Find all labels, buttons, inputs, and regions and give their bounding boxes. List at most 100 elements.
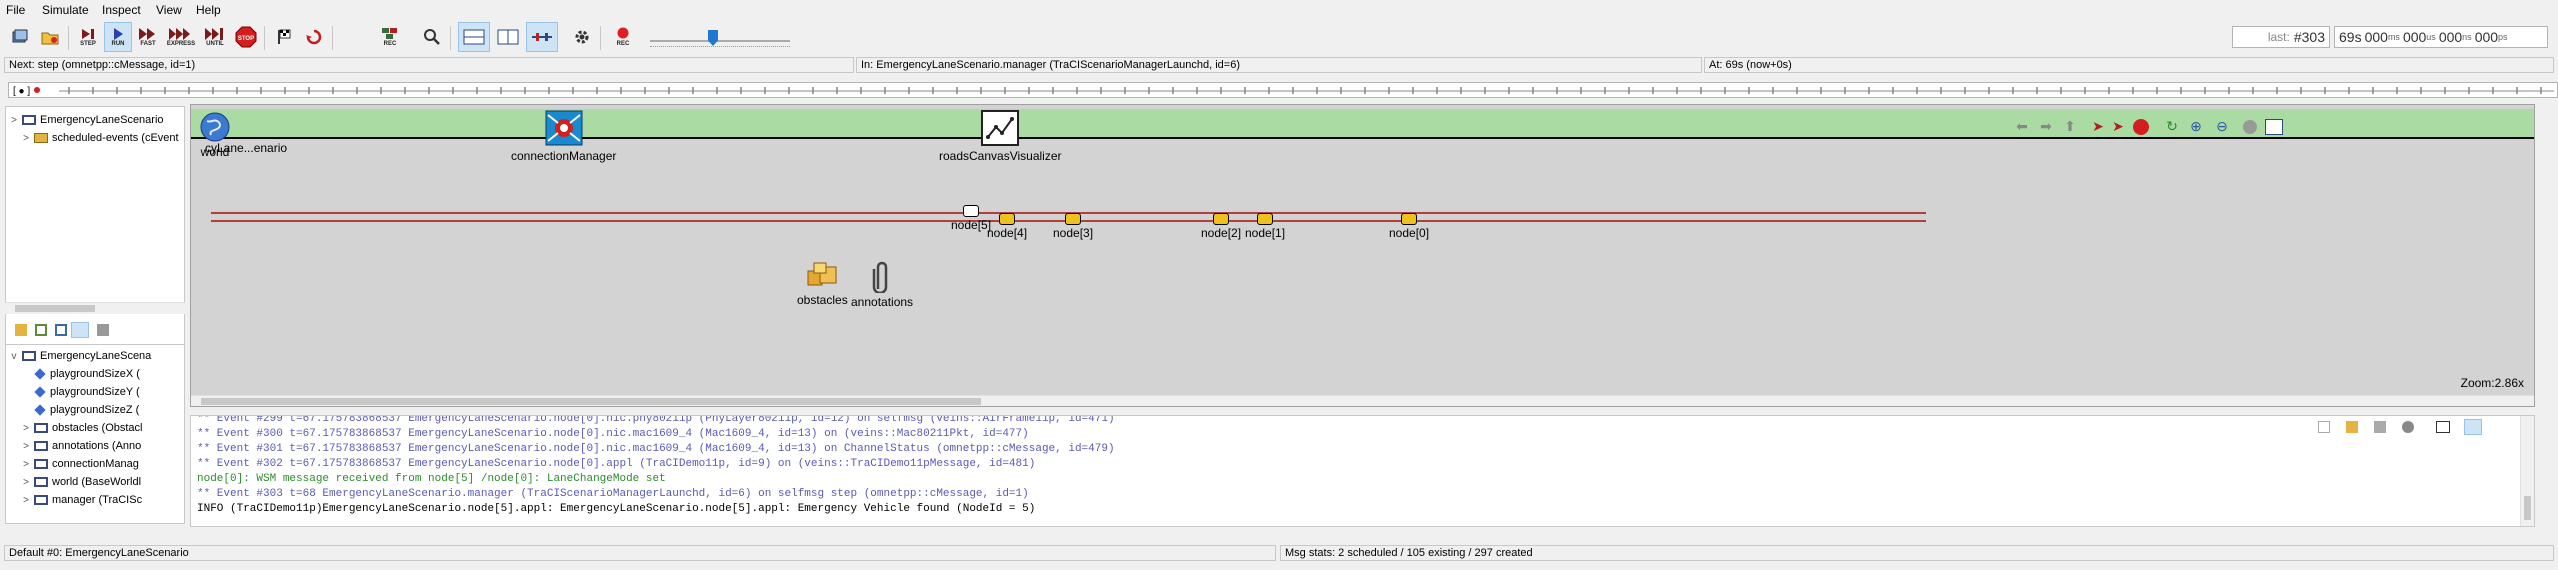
refresh-layout-icon[interactable]: ↻	[2161, 117, 2183, 135]
speed-slider[interactable]	[650, 30, 790, 47]
menu-simulate[interactable]: Simulate	[42, 3, 89, 17]
module-annotations[interactable]: annotations	[851, 259, 913, 309]
run-button[interactable]: RUN	[104, 22, 132, 52]
canvas-settings-icon[interactable]	[2243, 120, 2257, 134]
layout-2-button[interactable]	[492, 22, 524, 52]
scenario-label: cyLane...enario	[205, 141, 288, 155]
tree-item-label: connectionManag	[52, 458, 139, 470]
tree-item[interactable]: > annotations (Anno	[20, 437, 141, 455]
zoom-in-icon[interactable]: ⊕	[2185, 117, 2207, 135]
log-settings-icon[interactable]	[2374, 421, 2386, 433]
vehicle-node-5[interactable]: node[5]	[951, 205, 991, 232]
log-options-icon[interactable]	[2402, 421, 2414, 433]
vehicle-node-0[interactable]: node[0]	[1389, 213, 1429, 240]
vehicle-node-4[interactable]: node[4]	[987, 213, 1027, 240]
menu-bar: File Simulate Inspect View Help	[0, 0, 2558, 20]
fast-button[interactable]: FAST	[134, 22, 162, 52]
tree-item[interactable]: playgroundSizeZ (	[20, 401, 139, 419]
menu-help[interactable]: Help	[196, 3, 221, 17]
tree-item[interactable]: > obstacles (Obstacl	[20, 419, 142, 437]
record-button[interactable]: REC	[376, 22, 404, 52]
inspector-grouped-icon[interactable]	[35, 324, 47, 336]
log-toolbar	[2318, 418, 2518, 436]
new-run-button[interactable]	[6, 22, 34, 52]
tree-item[interactable]: > connectionManag	[20, 455, 139, 473]
canvas-menu-icon[interactable]	[2265, 119, 2283, 135]
tree-item-label: playgroundSizeY (	[50, 386, 140, 398]
menu-inspect[interactable]: Inspect	[102, 3, 141, 17]
module-roads-canvas-visualizer[interactable]: roadsCanvasVisualizer	[939, 109, 1062, 163]
rec-video-button[interactable]: REC	[608, 22, 638, 52]
car-icon	[1257, 213, 1274, 225]
layout-3-button[interactable]	[526, 22, 558, 52]
tree-expander[interactable]: >	[20, 441, 32, 452]
inspector-flat-icon[interactable]	[55, 324, 67, 336]
zoom-out-icon[interactable]: ⊖	[2211, 117, 2233, 135]
tree-expander[interactable]: >	[20, 459, 32, 470]
tree-item[interactable]: > world (BaseWorldl	[20, 473, 141, 491]
menu-file[interactable]: File	[6, 3, 25, 17]
tree-item[interactable]: > scheduled-events (cEvent	[20, 129, 179, 147]
tree-item-label: world (BaseWorldl	[52, 476, 142, 488]
log-messages-icon[interactable]	[2464, 419, 2482, 435]
tree-item[interactable]: playgroundSizeX (	[20, 365, 140, 383]
load-button[interactable]	[36, 22, 64, 52]
inspector-children-icon[interactable]	[15, 324, 27, 336]
module-icon	[34, 477, 48, 487]
vehicle-node-2[interactable]: node[2]	[1201, 213, 1241, 240]
canvas-stop-icon[interactable]	[2133, 119, 2149, 135]
tree-expander[interactable]: v	[8, 351, 20, 362]
express-button[interactable]: EXPRESS	[164, 22, 198, 52]
module-connection-manager[interactable]: connectionManager	[511, 109, 616, 163]
tree-item-label: scheduled-events (cEvent	[52, 132, 179, 144]
event-log[interactable]: ** Event #299 t=67.175783868537 Emergenc…	[190, 415, 2535, 527]
module-obstacles[interactable]: obstacles	[797, 259, 848, 307]
tree-item[interactable]: playgroundSizeY (	[20, 383, 140, 401]
forward-icon[interactable]: ➡	[2035, 117, 2057, 135]
layout-1-button[interactable]	[458, 22, 490, 52]
log-line: ** Event #301 t=67.175783868537 Emergenc…	[197, 443, 1115, 455]
network-icon	[22, 351, 36, 361]
connection-manager-icon	[545, 110, 583, 146]
new-run-icon	[12, 29, 28, 43]
vehicle-node-3[interactable]: node[3]	[1053, 213, 1093, 240]
vehicle-node-1[interactable]: node[1]	[1245, 213, 1285, 240]
tree-expander[interactable]: >	[8, 115, 20, 126]
folder-icon	[41, 32, 59, 45]
menu-view[interactable]: View	[156, 3, 182, 17]
tree-expander[interactable]: >	[20, 477, 32, 488]
tree-item[interactable]: v EmergencyLaneScena	[8, 347, 152, 365]
run-until-module-icon[interactable]: ➤	[2107, 117, 2129, 135]
tree-expander[interactable]: >	[20, 423, 32, 434]
tree-expander[interactable]: >	[20, 495, 32, 506]
step-button[interactable]: STEP	[74, 22, 102, 52]
tree-item[interactable]: > manager (TraCISc	[20, 491, 142, 509]
step-to-module-icon[interactable]: ➤	[2087, 117, 2109, 135]
log-vscrollbar[interactable]	[2520, 416, 2534, 526]
log-grid-icon[interactable]	[2436, 421, 2450, 433]
canvas-hscrollbar[interactable]	[191, 395, 2534, 406]
settings-button[interactable]	[568, 22, 596, 52]
parent-icon[interactable]: ⬆	[2059, 117, 2081, 135]
timeline[interactable]: [ ● ]	[8, 82, 2558, 98]
rebuild-button[interactable]	[300, 22, 328, 52]
back-icon[interactable]: ⬅	[2011, 117, 2033, 135]
filter-log-icon[interactable]	[2346, 421, 2358, 433]
footer-status: Default #0: EmergencyLaneScenario Msg st…	[0, 544, 2558, 562]
network-canvas[interactable]: ⬅ ➡ ⬆ ➤ ➤ ↻ ⊕ ⊖ world cyLane...enario co…	[190, 104, 2535, 407]
find-button[interactable]	[418, 22, 446, 52]
tree-hscrollbar[interactable]	[5, 302, 185, 314]
until-button[interactable]: UNTIL	[200, 22, 230, 52]
finish-button[interactable]	[270, 22, 298, 52]
tree-expander[interactable]: >	[20, 133, 32, 144]
property-tree: v EmergencyLaneScena playgroundSizeX ( play…	[5, 344, 185, 524]
stop-button[interactable]: STOP	[232, 22, 260, 52]
default-run-status: Default #0: EmergencyLaneScenario	[4, 545, 1276, 561]
speed-slider-thumb[interactable]	[708, 30, 718, 46]
copy-log-icon[interactable]	[2318, 421, 2330, 433]
inspector-packets-icon[interactable]	[97, 324, 109, 336]
tree-item[interactable]: > EmergencyLaneScenario	[8, 111, 163, 129]
svg-text:STOP: STOP	[238, 36, 254, 42]
inspector-inheritance-icon[interactable]	[71, 322, 89, 338]
sim-time-status: At: 69s (now+0s)	[1704, 57, 2554, 73]
